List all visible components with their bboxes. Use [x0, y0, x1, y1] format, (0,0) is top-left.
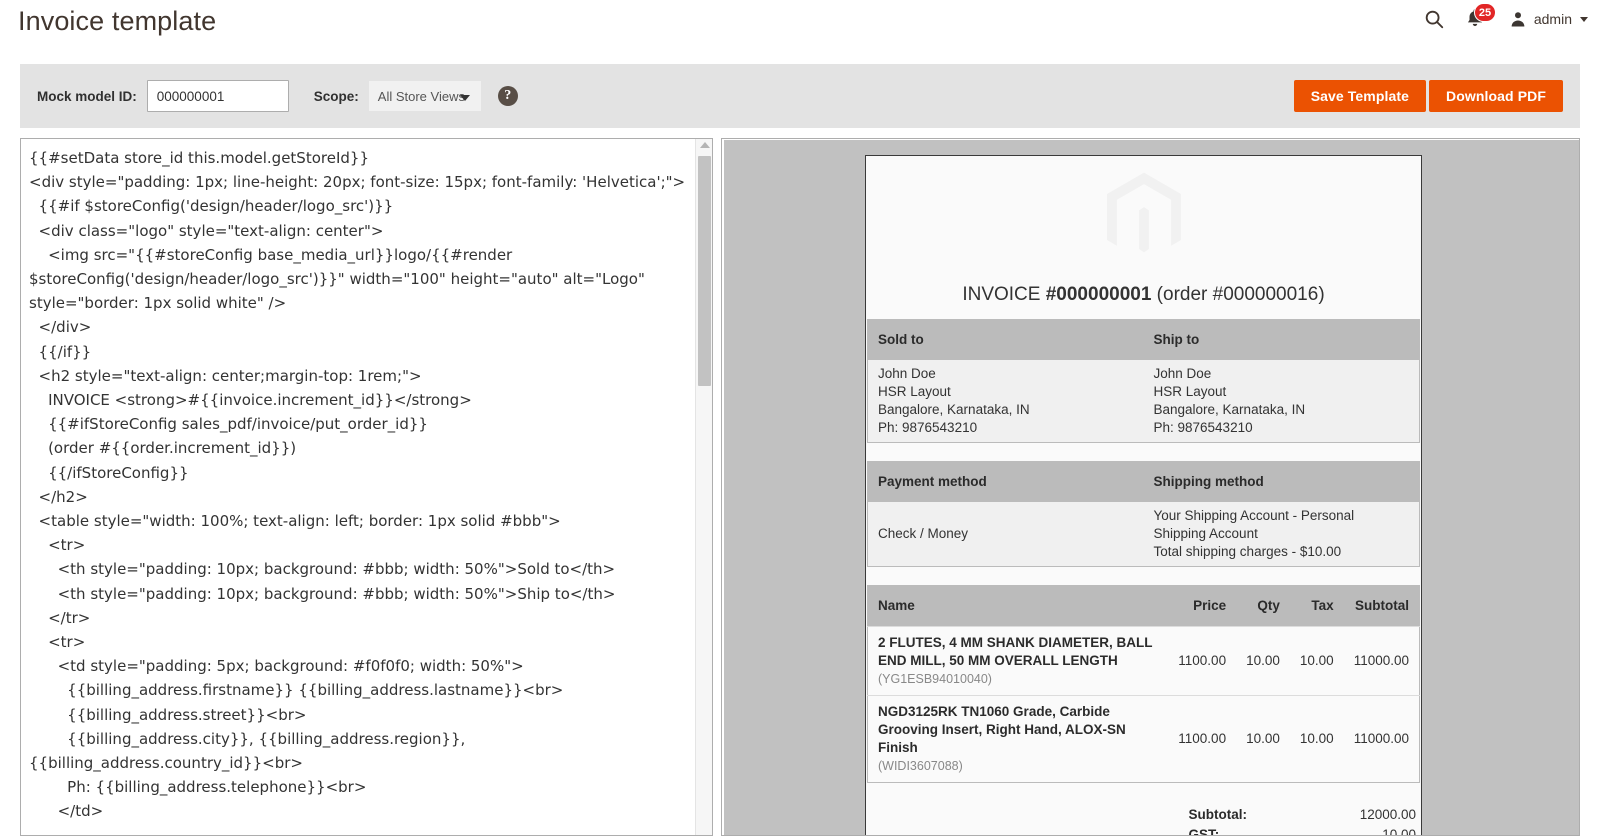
chevron-down-icon — [1580, 16, 1588, 22]
shipping-method-cell: Your Shipping Account - Personal Shippin… — [1143, 502, 1420, 567]
mock-model-id-input[interactable] — [146, 80, 289, 112]
invoice-order-reference: (order #000000016) — [1151, 284, 1325, 305]
totals-value: 10.00 — [1382, 827, 1416, 836]
scope-select[interactable]: All Store Views — [368, 81, 481, 111]
items-table: Name Price Qty Tax Subtotal 2 FLUTES, 4 … — [867, 585, 1420, 783]
payment-method-header: Payment method — [867, 461, 1144, 502]
page-header: Invoice template 25 admin — [0, 0, 1600, 52]
template-code-editor[interactable]: {{#setData store_id this.model.getStoreI… — [20, 138, 713, 836]
sold-to-cell: John Doe HSR Layout Bangalore, Karnataka… — [867, 360, 1144, 443]
item-sku: (YG1ESB94010040) — [878, 672, 992, 686]
table-spacer — [867, 567, 1420, 585]
toolbar-right-group: Save Template Download PDF — [1293, 80, 1580, 112]
toolbar-left-group: Mock model ID: Scope: All Store Views ? — [20, 80, 518, 112]
ship-to-cell: John Doe HSR Layout Bangalore, Karnataka… — [1143, 360, 1420, 443]
item-tax: 10.00 — [1289, 695, 1344, 783]
address-table-body-row: John Doe HSR Layout Bangalore, Karnataka… — [867, 360, 1420, 443]
table-spacer — [867, 443, 1420, 461]
ship-to-header: Ship to — [1143, 319, 1420, 360]
item-title: NGD3125RK TN1060 Grade, Carbide Grooving… — [878, 704, 1126, 755]
help-icon[interactable]: ? — [497, 86, 518, 106]
pdf-preview-canvas: INVOICE #000000001 (order #000000016) So… — [724, 140, 1579, 835]
item-subtotal: 11000.00 — [1343, 695, 1420, 783]
page-title: Invoice template — [18, 6, 217, 36]
item-title: 2 FLUTES, 4 MM SHANK DIAMETER, BALL END … — [878, 635, 1153, 668]
magento-logo-icon — [1106, 172, 1181, 253]
item-price: 1100.00 — [1168, 626, 1237, 696]
user-menu[interactable]: admin — [1509, 10, 1588, 28]
sold-to-header: Sold to — [867, 319, 1144, 360]
item-sku: (WIDI3607088) — [878, 759, 963, 773]
sold-to-line: Ph: 9876543210 — [878, 420, 978, 435]
totals-value: 12000.00 — [1359, 807, 1416, 822]
ship-to-line: Bangalore, Karnataka, IN — [1153, 402, 1306, 417]
item-qty: 10.00 — [1236, 695, 1290, 783]
table-row: 2 FLUTES, 4 MM SHANK DIAMETER, BALL END … — [867, 626, 1420, 696]
header-actions: 25 admin — [1423, 3, 1588, 34]
ship-to-line: HSR Layout — [1153, 384, 1227, 399]
scope-label: Scope: — [313, 88, 359, 104]
items-table-header-row: Name Price Qty Tax Subtotal — [867, 585, 1420, 627]
pdf-preview-pane: INVOICE #000000001 (order #000000016) So… — [721, 138, 1580, 836]
mock-model-id-label: Mock model ID: — [37, 88, 137, 104]
totals-section: Subtotal: 12000.00 GST: 10.00 Shipping &… — [867, 805, 1420, 836]
chevron-down-icon — [459, 95, 470, 101]
ship-to-line: Ph: 9876543210 — [1153, 420, 1253, 435]
search-icon[interactable] — [1423, 8, 1445, 30]
totals-label: Subtotal: — [1188, 807, 1247, 822]
invoice-heading: INVOICE #000000001 (order #000000016) — [867, 285, 1420, 305]
invoice-number: #000000001 — [1045, 284, 1152, 305]
method-table-header-row: Payment method Shipping method — [867, 461, 1420, 502]
item-name-cell: NGD3125RK TN1060 Grade, Carbide Grooving… — [867, 695, 1169, 783]
admin-username: admin — [1533, 11, 1572, 27]
payment-method-cell: Check / Money — [867, 502, 1144, 567]
method-table: Payment method Shipping method Check / M… — [867, 461, 1420, 567]
totals-row: Subtotal: 12000.00 — [1188, 805, 1416, 825]
address-table: Sold to Ship to John Doe HSR Layout Bang… — [867, 319, 1420, 443]
notification-count-badge: 25 — [1473, 3, 1497, 22]
invoice-heading-prefix: INVOICE — [962, 284, 1046, 305]
method-table-body-row: Check / Money Your Shipping Account - Pe… — [867, 502, 1420, 567]
template-code-text[interactable]: {{#setData store_id this.model.getStoreI… — [21, 139, 693, 824]
table-row: NGD3125RK TN1060 Grade, Carbide Grooving… — [867, 695, 1420, 783]
scrollbar-thumb[interactable] — [698, 156, 711, 386]
items-qty-header: Qty — [1236, 585, 1290, 627]
totals-table: Subtotal: 12000.00 GST: 10.00 Shipping &… — [1188, 805, 1416, 836]
item-subtotal: 11000.00 — [1343, 626, 1420, 696]
shipping-charges-line: Total shipping charges - $10.00 — [1153, 544, 1342, 559]
ship-to-line: John Doe — [1153, 366, 1212, 381]
item-tax: 10.00 — [1289, 626, 1344, 696]
sold-to-line: HSR Layout — [878, 384, 951, 399]
download-pdf-button[interactable]: Download PDF — [1429, 80, 1563, 112]
user-icon — [1511, 12, 1525, 27]
totals-label: GST: — [1188, 827, 1220, 836]
totals-row: GST: 10.00 — [1188, 825, 1416, 836]
invoice-logo-block — [867, 157, 1420, 269]
shipping-method-header: Shipping method — [1143, 461, 1420, 502]
scroll-up-arrow-icon[interactable] — [700, 142, 710, 148]
shipping-method-line: Your Shipping Account - Personal Shippin… — [1153, 508, 1355, 541]
sold-to-line: John Doe — [878, 366, 936, 381]
template-toolbar: Mock model ID: Scope: All Store Views ? … — [20, 64, 1580, 128]
save-template-button[interactable]: Save Template — [1293, 80, 1427, 112]
item-name-cell: 2 FLUTES, 4 MM SHANK DIAMETER, BALL END … — [867, 626, 1169, 696]
editor-vertical-scrollbar[interactable] — [695, 139, 712, 835]
notifications-button[interactable]: 25 — [1464, 3, 1497, 31]
items-subtotal-header: Subtotal — [1343, 585, 1420, 627]
item-price: 1100.00 — [1168, 695, 1237, 783]
items-price-header: Price — [1168, 585, 1237, 627]
items-tax-header: Tax — [1289, 585, 1344, 627]
address-table-header-row: Sold to Ship to — [867, 319, 1420, 360]
sold-to-line: Bangalore, Karnataka, IN — [878, 402, 1030, 417]
invoice-document: INVOICE #000000001 (order #000000016) So… — [865, 155, 1422, 836]
item-qty: 10.00 — [1236, 626, 1290, 696]
items-name-header: Name — [867, 585, 1169, 627]
scope-selected-value: All Store Views — [377, 88, 465, 104]
